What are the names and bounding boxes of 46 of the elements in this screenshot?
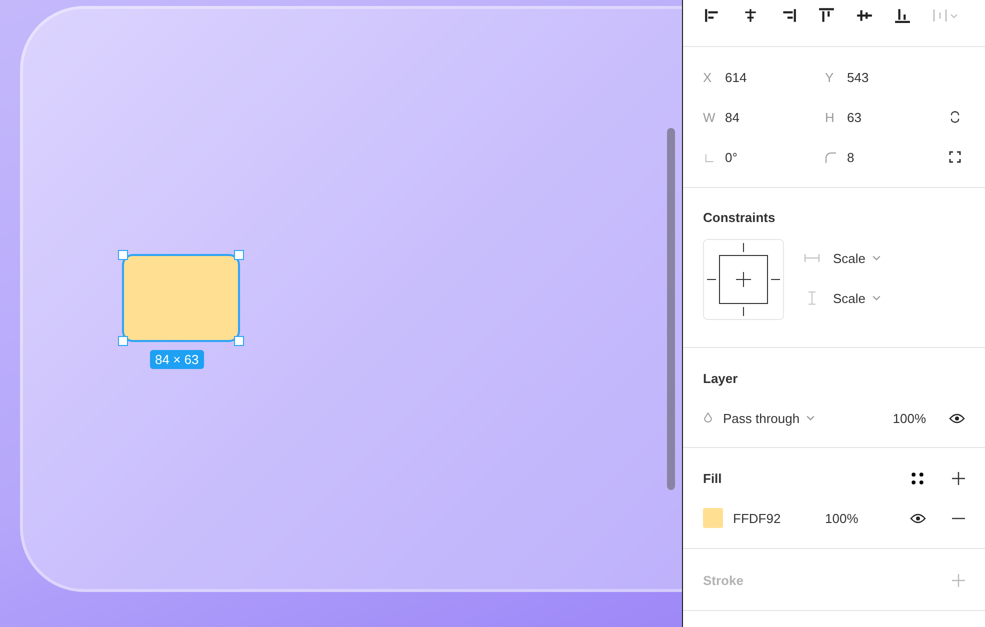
rotation-label: ∟ — [703, 150, 717, 164]
resize-handle[interactable] — [234, 336, 244, 346]
field-label: H — [825, 110, 836, 124]
eye-icon[interactable] — [949, 412, 965, 424]
field-label: W — [703, 110, 716, 124]
field-value[interactable]: 8 — [847, 150, 854, 164]
resize-handle[interactable] — [118, 336, 128, 346]
eye-icon[interactable] — [910, 512, 926, 524]
field-label: X — [703, 70, 713, 84]
color-swatch[interactable] — [703, 508, 723, 528]
constraint-dropdown[interactable]: Scale — [833, 250, 866, 266]
constraints-widget[interactable] — [703, 239, 784, 320]
align-top-icon[interactable] — [818, 6, 835, 24]
section-title: Constraints — [703, 210, 776, 225]
resize-handle[interactable] — [118, 250, 128, 260]
size-label: 84 × 63 — [150, 350, 204, 369]
chevron-down-icon — [806, 415, 815, 421]
field-value[interactable]: 614 — [725, 70, 747, 84]
align-bottom-icon[interactable] — [894, 6, 911, 24]
opacity-value[interactable]: 100% — [825, 510, 858, 526]
field-value[interactable]: 543 — [847, 70, 869, 84]
section-title: Fill — [703, 470, 722, 486]
drop-icon — [703, 412, 713, 424]
color-hex-value[interactable]: FFDF92 — [733, 510, 825, 526]
align-left-icon[interactable] — [704, 6, 721, 24]
constrain-proportions-icon[interactable] — [949, 110, 961, 124]
align-center-icon[interactable] — [742, 6, 759, 24]
styles-icon[interactable] — [911, 472, 924, 484]
scrollbar[interactable] — [667, 128, 675, 490]
corner-radius-icon — [825, 151, 837, 163]
field-value[interactable]: 84 — [725, 110, 740, 124]
align-right-icon[interactable] — [780, 6, 797, 24]
section-title: Layer — [703, 371, 739, 386]
section-title: Stroke — [703, 572, 744, 588]
field-label: Y — [825, 70, 835, 84]
field-value[interactable]: 63 — [847, 110, 862, 124]
resize-handle[interactable] — [234, 250, 244, 260]
chevron-down-icon — [872, 295, 881, 301]
constraint-dropdown[interactable]: Scale — [833, 290, 866, 306]
field-value[interactable]: 0° — [725, 150, 738, 164]
add-icon[interactable] — [952, 472, 965, 484]
independent-corners-icon[interactable] — [949, 150, 961, 164]
horizontal-constraint-icon — [804, 251, 820, 265]
chevron-down-icon — [872, 255, 881, 261]
opacity-value[interactable]: 100% — [892, 410, 926, 426]
blend-mode-dropdown[interactable]: Pass through — [723, 410, 800, 426]
